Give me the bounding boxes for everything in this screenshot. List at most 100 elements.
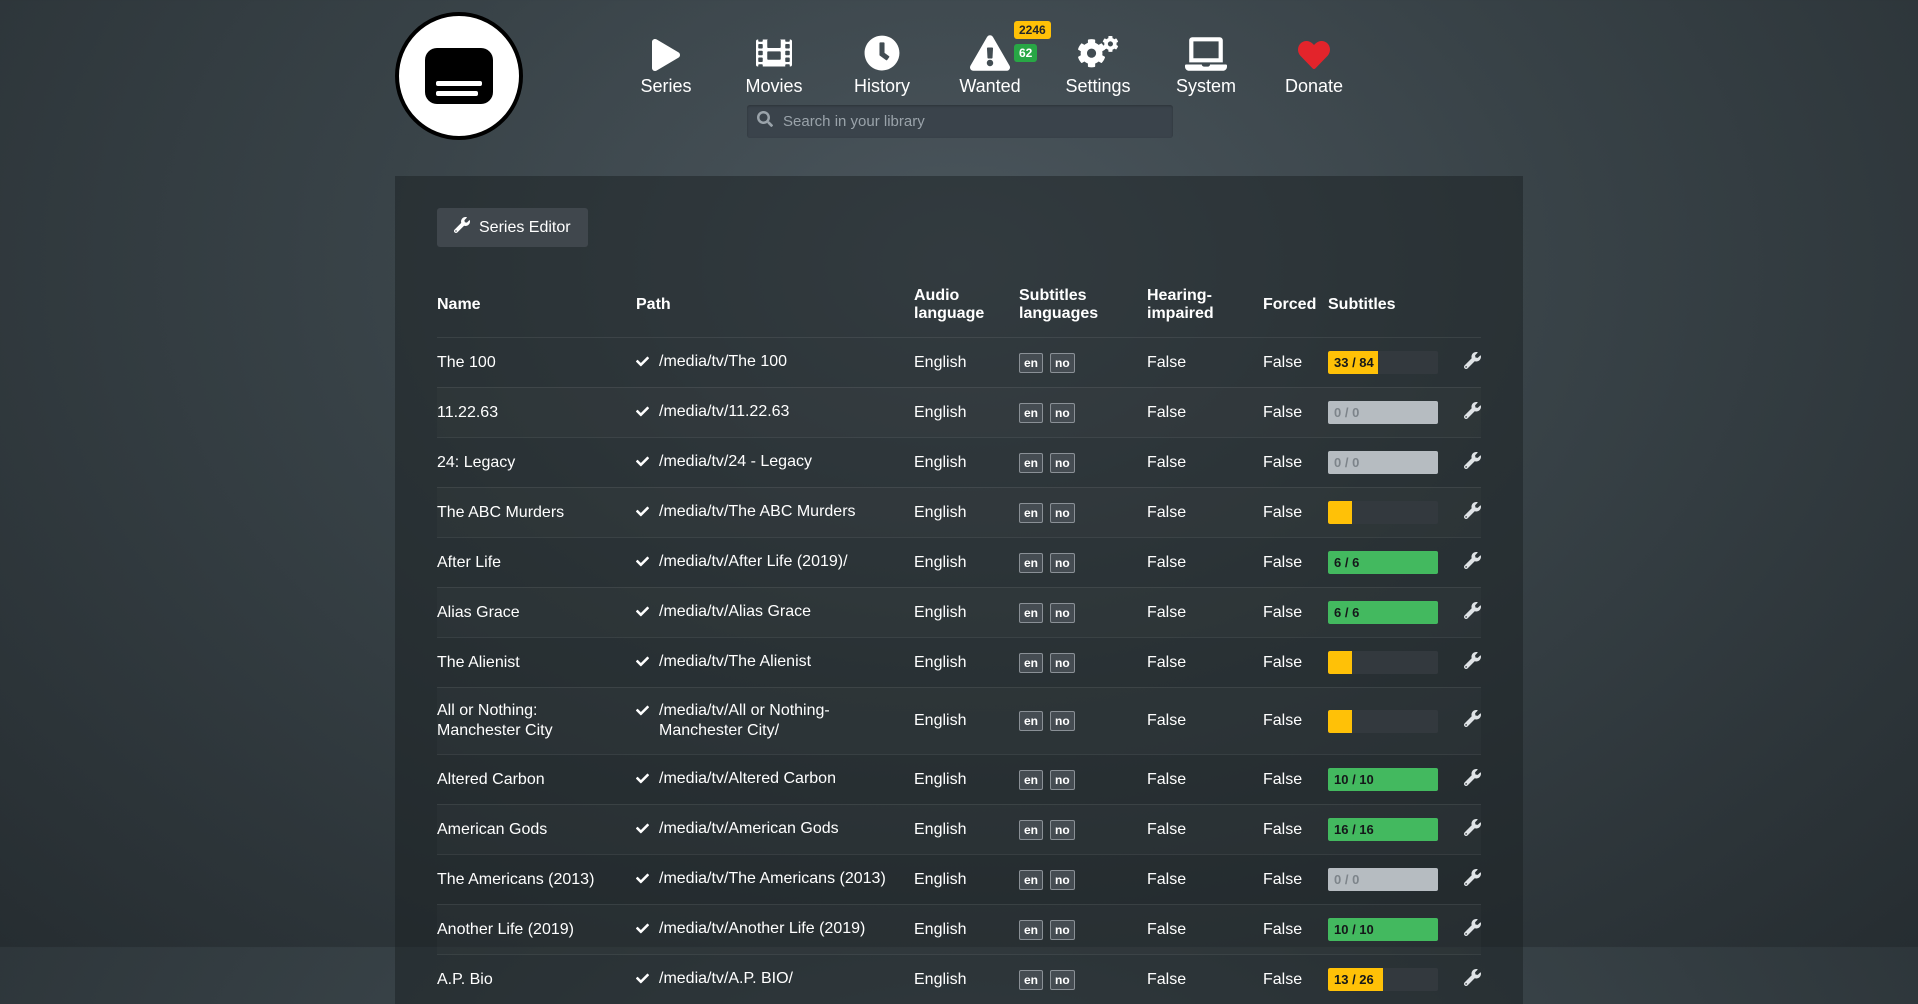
edit-series-button[interactable] (1464, 402, 1481, 422)
audio-language-cell: English (914, 971, 1019, 989)
header-audio: Audio language (914, 287, 1019, 323)
series-name[interactable]: 24: Legacy (437, 454, 515, 471)
row-actions (1449, 502, 1481, 524)
row-actions (1449, 710, 1481, 732)
language-badge: no (1050, 353, 1075, 373)
series-name[interactable]: A.P. Bio (437, 971, 493, 988)
nav-item-history[interactable]: History (828, 27, 936, 97)
edit-series-button[interactable] (1464, 452, 1481, 472)
table-header-row: Name Path Audio language Subtitles langu… (437, 277, 1481, 337)
series-name-cell[interactable]: After Life (437, 553, 636, 573)
audio-language-cell: English (914, 354, 1019, 372)
subtitles-progress-label: 6 / 6 (1334, 601, 1359, 624)
forced-cell: False (1263, 712, 1328, 730)
check-icon (636, 871, 649, 891)
series-name-cell[interactable]: The Americans (2013) (437, 870, 636, 890)
hearing-impaired-cell: False (1147, 554, 1263, 572)
app-header: Series Movies History Wanted (395, 0, 1523, 176)
audio-language-cell: English (914, 871, 1019, 889)
language-badge: en (1019, 403, 1043, 423)
edit-series-button[interactable] (1464, 919, 1481, 939)
subtitles-progress: 6 / 6 (1328, 551, 1438, 574)
series-name-cell[interactable]: 24: Legacy (437, 453, 636, 473)
series-name-cell[interactable]: The Alienist (437, 653, 636, 673)
edit-series-button[interactable] (1464, 969, 1481, 989)
series-name[interactable]: The 100 (437, 354, 496, 371)
header-hearing: Hearing-impaired (1147, 287, 1263, 323)
subtitle-language-badges: enno (1019, 870, 1147, 890)
series-name[interactable]: The Americans (2013) (437, 871, 594, 888)
subtitles-progress (1328, 501, 1438, 524)
nav-item-series[interactable]: Series (612, 27, 720, 97)
language-badge: en (1019, 920, 1043, 940)
series-name[interactable]: The Alienist (437, 654, 520, 671)
subtitles-cell (1328, 651, 1449, 674)
series-name[interactable]: All or Nothing: Manchester City (437, 702, 553, 739)
search-input[interactable] (781, 112, 1163, 131)
edit-series-button[interactable] (1464, 552, 1481, 572)
subtitles-progress: 6 / 6 (1328, 601, 1438, 624)
edit-series-button[interactable] (1464, 710, 1481, 730)
nav-item-system[interactable]: System (1152, 27, 1260, 97)
hearing-impaired-cell: False (1147, 971, 1263, 989)
series-name[interactable]: After Life (437, 554, 501, 571)
series-path: /media/tv/All or Nothing- Manchester Cit… (659, 701, 902, 741)
language-badge: en (1019, 870, 1043, 890)
series-name[interactable]: Altered Carbon (437, 771, 545, 788)
table-row: All or Nothing: Manchester City /media/t… (437, 687, 1481, 754)
series-name-cell[interactable]: American Gods (437, 820, 636, 840)
edit-series-button[interactable] (1464, 869, 1481, 889)
series-editor-button[interactable]: Series Editor (437, 208, 588, 247)
row-actions (1449, 552, 1481, 574)
row-actions (1449, 769, 1481, 791)
series-name-cell[interactable]: The ABC Murders (437, 503, 636, 523)
series-name-cell[interactable]: 11.22.63 (437, 403, 636, 423)
check-icon (636, 504, 649, 524)
series-path-cell: /media/tv/The ABC Murders (636, 502, 914, 524)
language-badge: no (1050, 603, 1075, 623)
subtitle-language-badges: enno (1019, 820, 1147, 840)
edit-series-button[interactable] (1464, 502, 1481, 522)
edit-series-button[interactable] (1464, 652, 1481, 672)
series-name-cell[interactable]: All or Nothing: Manchester City (437, 701, 636, 741)
edit-series-button[interactable] (1464, 602, 1481, 622)
edit-series-button[interactable] (1464, 352, 1481, 372)
series-name-cell[interactable]: A.P. Bio (437, 970, 636, 990)
edit-series-button[interactable] (1464, 819, 1481, 839)
subtitles-progress: 10 / 10 (1328, 768, 1438, 791)
series-path-cell: /media/tv/After Life (2019)/ (636, 552, 914, 574)
nav-item-donate[interactable]: Donate (1260, 27, 1368, 97)
edit-series-button[interactable] (1464, 769, 1481, 789)
forced-cell: False (1263, 454, 1328, 472)
nav-item-wanted[interactable]: Wanted 2246 62 (936, 27, 1044, 97)
page-container: Series Movies History Wanted (395, 0, 1523, 1004)
series-name[interactable]: 11.22.63 (437, 404, 498, 421)
nav-item-movies[interactable]: Movies (720, 27, 828, 97)
table-row: The ABC Murders /media/tv/The ABC Murder… (437, 487, 1481, 537)
hearing-impaired-cell: False (1147, 921, 1263, 939)
table-row: The Americans (2013) /media/tv/The Ameri… (437, 854, 1481, 904)
forced-cell: False (1263, 404, 1328, 422)
nav-item-settings[interactable]: Settings (1044, 27, 1152, 97)
check-icon (636, 404, 649, 424)
series-name[interactable]: Another Life (2019) (437, 921, 574, 938)
table-row: The 100 /media/tv/The 100 English enno F… (437, 337, 1481, 387)
series-name[interactable]: American Gods (437, 821, 547, 838)
search-icon (757, 111, 781, 132)
series-name-cell[interactable]: Alias Grace (437, 603, 636, 623)
subtitles-progress: 33 / 84 (1328, 351, 1438, 374)
series-path: /media/tv/Another Life (2019) (659, 919, 865, 939)
check-icon (636, 604, 649, 624)
table-row: A.P. Bio /media/tv/A.P. BIO/ English enn… (437, 954, 1481, 1004)
bazarr-logo[interactable] (395, 12, 523, 140)
series-name[interactable]: Alias Grace (437, 604, 520, 621)
laptop-icon (1152, 27, 1260, 71)
check-icon (636, 921, 649, 941)
nav-label: System (1152, 76, 1260, 97)
series-name-cell[interactable]: Altered Carbon (437, 770, 636, 790)
subtitle-language-badges: enno (1019, 711, 1147, 731)
series-path: /media/tv/American Gods (659, 819, 839, 839)
series-name[interactable]: The ABC Murders (437, 504, 564, 521)
series-name-cell[interactable]: Another Life (2019) (437, 920, 636, 940)
series-name-cell[interactable]: The 100 (437, 353, 636, 373)
